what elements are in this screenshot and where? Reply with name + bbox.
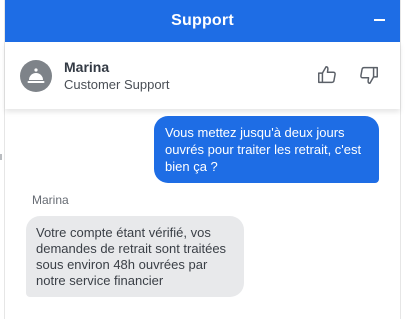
agent-info: Marina Customer Support: [64, 59, 170, 93]
agent-sender-label: Marina: [32, 193, 69, 207]
agent-bar: Marina Customer Support: [5, 42, 400, 109]
chat-title: Support: [171, 12, 234, 29]
thumbs-down-button[interactable]: [358, 64, 380, 86]
agent-message-bubble: Votre compte étant vérifié, vos demandes…: [26, 216, 244, 297]
thumbs-down-icon: [360, 66, 378, 84]
service-bell-icon: [27, 67, 45, 83]
chat-header: Support: [5, 0, 400, 42]
minimize-button[interactable]: [372, 13, 386, 27]
agent-name: Marina: [64, 58, 110, 75]
rating-controls: [316, 64, 380, 86]
chat-page: Support Marina Customer Support Vous met…: [0, 0, 407, 319]
agent-avatar: [20, 59, 52, 92]
conversation: Vous mettez jusqu'à deux jours ouvrés po…: [5, 109, 400, 319]
minimize-icon: [373, 19, 385, 21]
thumbs-up-button[interactable]: [316, 64, 338, 86]
agent-role: Customer Support: [64, 76, 170, 92]
support-chat-widget: Support Marina Customer Support Vous met…: [4, 0, 401, 319]
thumbs-up-icon: [318, 66, 336, 84]
user-message-bubble: Vous mettez jusqu'à deux jours ouvrés po…: [154, 116, 379, 183]
background-page-edge: [0, 154, 2, 160]
